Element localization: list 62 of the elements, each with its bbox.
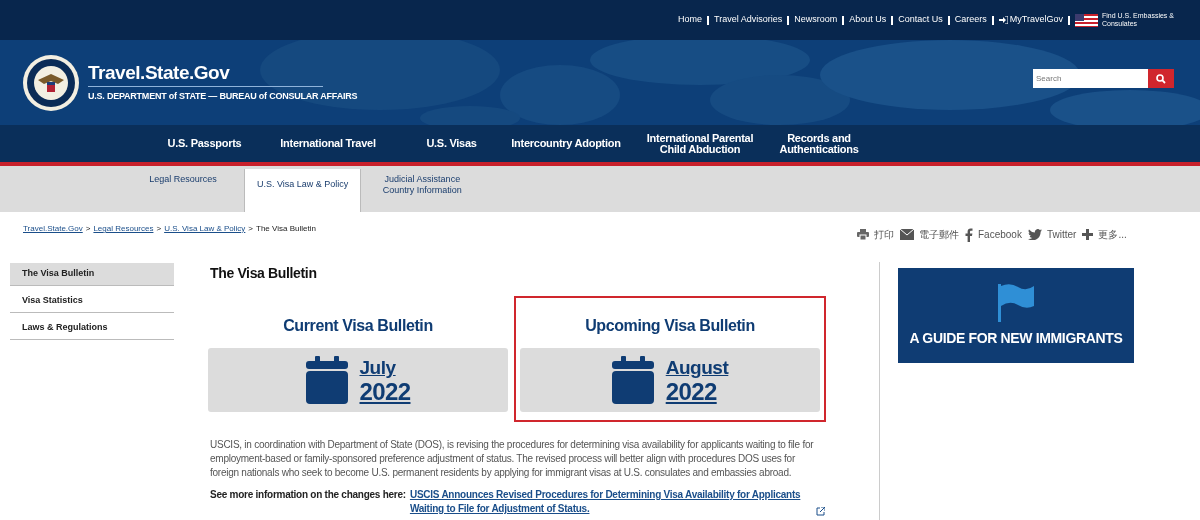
guide-label: A GUIDE FOR NEW IMMIGRANTS (909, 329, 1123, 348)
plus-icon (1082, 229, 1094, 240)
nav-item[interactable]: Records and Authentications (774, 132, 864, 155)
subnav-tab[interactable]: Judicial Assistance Country Information (367, 169, 478, 196)
nav-item[interactable]: Intercountry Adoption (506, 138, 626, 149)
seal-icon (22, 53, 80, 112)
search-button[interactable] (1148, 69, 1174, 88)
search-icon (1156, 73, 1166, 84)
flag-icon (1075, 13, 1098, 27)
flag-icon (996, 282, 1036, 322)
nav-link[interactable]: Newsroom (794, 13, 838, 27)
share-link[interactable]: Twitter (1046, 227, 1077, 242)
external-link-icon (816, 507, 825, 516)
bulletin-year: 2022 (665, 380, 718, 404)
page-title: The Visa Bulletin (210, 264, 318, 283)
nav-link[interactable]: Home (678, 13, 702, 27)
more-info-label: See more information on the changes here: (210, 488, 406, 502)
sidebar-item[interactable]: The Visa Bulletin (10, 263, 174, 286)
share-link[interactable]: 更多... (1098, 227, 1127, 242)
breadcrumb-separator: > (248, 223, 253, 235)
nav-item[interactable]: U.S. Passports (150, 138, 259, 149)
site-title[interactable]: Travel.State.Gov (88, 61, 323, 87)
subnav-tab[interactable]: U.S. Visa Law & Policy (244, 169, 362, 212)
external-link[interactable]: USCIS Announces Revised Procedures for Determining Visa Availability for Applicants Waiting to File for Adjustment of Status. (409, 488, 813, 516)
share-link[interactable]: 電子郵件 (919, 227, 959, 242)
bulletin-link-panel[interactable]: August 2022 (520, 348, 820, 412)
bulletin-link-panel[interactable]: July 2022 (208, 348, 508, 412)
nav-link[interactable]: Careers (954, 13, 987, 27)
share-link[interactable]: Facebook (978, 227, 1022, 242)
print-icon (857, 229, 869, 240)
breadcrumb-link[interactable]: Travel.State.Gov (23, 223, 83, 235)
guide-card[interactable]: A GUIDE FOR NEW IMMIGRANTS (898, 268, 1134, 363)
share-link[interactable]: 打印 (874, 227, 894, 242)
nav-link[interactable]: Travel Advisories (714, 13, 783, 27)
bulletin-month: August (665, 356, 729, 380)
calendar-icon (611, 356, 654, 404)
breadcrumb-separator: > (156, 223, 162, 235)
site-subtitle: U.S. DEPARTMENT of STATE — BUREAU of CONSULAR AFFAIRS (88, 89, 358, 103)
intro-paragraph: USCIS, in coordination with Department of State (DOS), is revising the procedures for determining visa availability for applicants waiting to file for employment-based or family-sponsored preference adjustment of status. The revised process will better align with procedures DOS uses for foreign nationals who seek to become U.S. permanent residents by applying for immigrant visas at U.S. consulates and embassies abroad. (210, 438, 815, 480)
bulletin-year: 2022 (359, 380, 411, 404)
login-link[interactable]: MyTravelGov (998, 13, 1063, 27)
breadcrumb-link[interactable]: U.S. Visa Law & Policy (164, 223, 246, 235)
search-field[interactable]: Search (1033, 69, 1148, 88)
subnav-tab[interactable]: Legal Resources (128, 169, 238, 185)
nav-item[interactable]: U.S. Visas (405, 138, 498, 149)
nav-link[interactable]: About Us (849, 13, 887, 27)
bulletin-heading: Current Visa Bulletin (283, 316, 433, 336)
sign-in-icon (998, 16, 1008, 24)
email-icon (900, 229, 914, 240)
breadcrumb-separator: > (85, 223, 91, 235)
twitter-icon (1027, 229, 1042, 240)
sidebar-item[interactable]: Laws & Regulations (10, 317, 174, 340)
nav-item[interactable]: International Parental Child Abduction (634, 132, 766, 155)
bulletin-month: July (359, 356, 397, 380)
nav-link[interactable]: Contact Us (898, 13, 943, 27)
breadcrumb-link[interactable]: Legal Resources (93, 223, 154, 235)
calendar-icon (305, 356, 348, 404)
nav-item[interactable]: International Travel (259, 138, 397, 149)
breadcrumb-current: The Visa Bulletin (256, 223, 316, 235)
bulletin-heading: Upcoming Visa Bulletin (585, 316, 755, 336)
facebook-icon (965, 227, 973, 242)
sidebar-item[interactable]: Visa Statistics (10, 290, 174, 313)
